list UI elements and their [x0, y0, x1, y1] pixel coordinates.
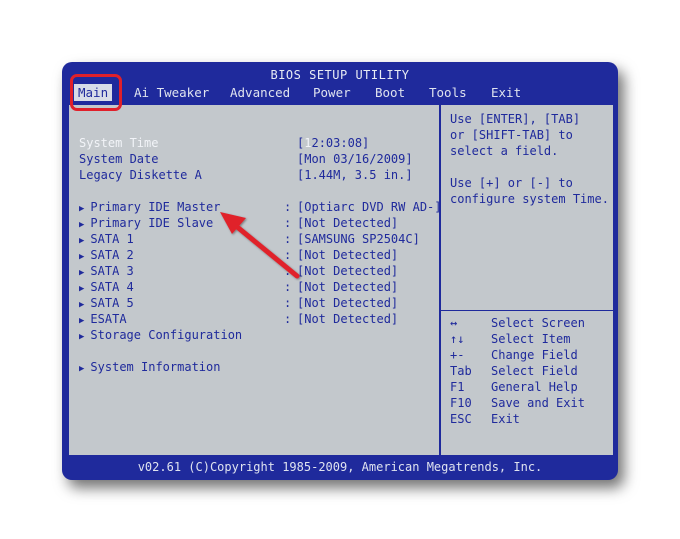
annotation-arrow-icon	[220, 212, 300, 279]
